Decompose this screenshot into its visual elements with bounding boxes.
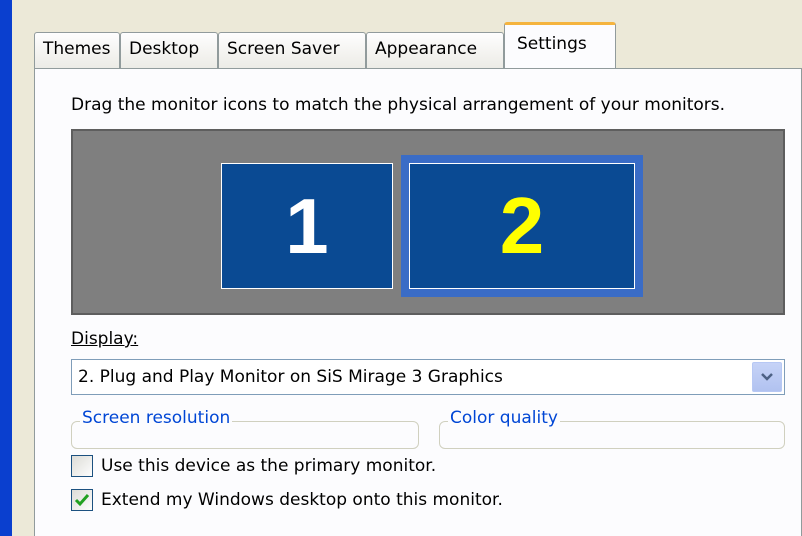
extend-desktop-option[interactable]: Extend my Windows desktop onto this moni… (71, 487, 503, 513)
screen-resolution-group: Screen resolution (71, 408, 419, 449)
display-label-text: Display: (71, 329, 139, 349)
tab-appearance[interactable]: Appearance (366, 32, 504, 68)
monitor-2-selection[interactable]: 2 (401, 155, 643, 297)
primary-monitor-option[interactable]: Use this device as the primary monitor. (71, 453, 436, 479)
extend-desktop-label: Extend my Windows desktop onto this moni… (101, 490, 503, 510)
tab-desktop[interactable]: Desktop (120, 32, 218, 68)
monitor-2-icon[interactable]: 2 (409, 163, 635, 289)
color-quality-group: Color quality (439, 408, 785, 449)
settings-panel: Drag the monitor icons to match the phys… (34, 68, 802, 536)
monitor-1-icon[interactable]: 1 (221, 163, 393, 289)
instruction-text: Drag the monitor icons to match the phys… (71, 95, 726, 115)
chevron-down-icon (761, 373, 773, 381)
tab-themes[interactable]: Themes (34, 32, 120, 68)
checkmark-icon (74, 494, 90, 507)
color-quality-label: Color quality (448, 408, 560, 428)
tab-screen-saver[interactable]: Screen Saver (218, 32, 366, 68)
display-select[interactable]: 2. Plug and Play Monitor on SiS Mirage 3… (71, 359, 785, 395)
display-properties-dialog: Themes Desktop Screen Saver Appearance S… (12, 0, 802, 536)
tab-settings[interactable]: Settings (504, 22, 616, 68)
window-frame-edge (0, 0, 12, 536)
extend-desktop-checkbox[interactable] (71, 489, 93, 511)
display-label: Display: (71, 329, 138, 349)
display-select-value: 2. Plug and Play Monitor on SiS Mirage 3… (78, 367, 503, 387)
monitor-arrangement-area[interactable]: 1 2 (71, 129, 785, 315)
primary-monitor-label: Use this device as the primary monitor. (101, 456, 437, 476)
monitor-1-number: 1 (285, 181, 329, 270)
screen-resolution-label: Screen resolution (80, 408, 233, 428)
dropdown-button[interactable] (752, 362, 782, 392)
monitor-2-number: 2 (499, 181, 545, 270)
primary-monitor-checkbox[interactable] (71, 455, 93, 477)
